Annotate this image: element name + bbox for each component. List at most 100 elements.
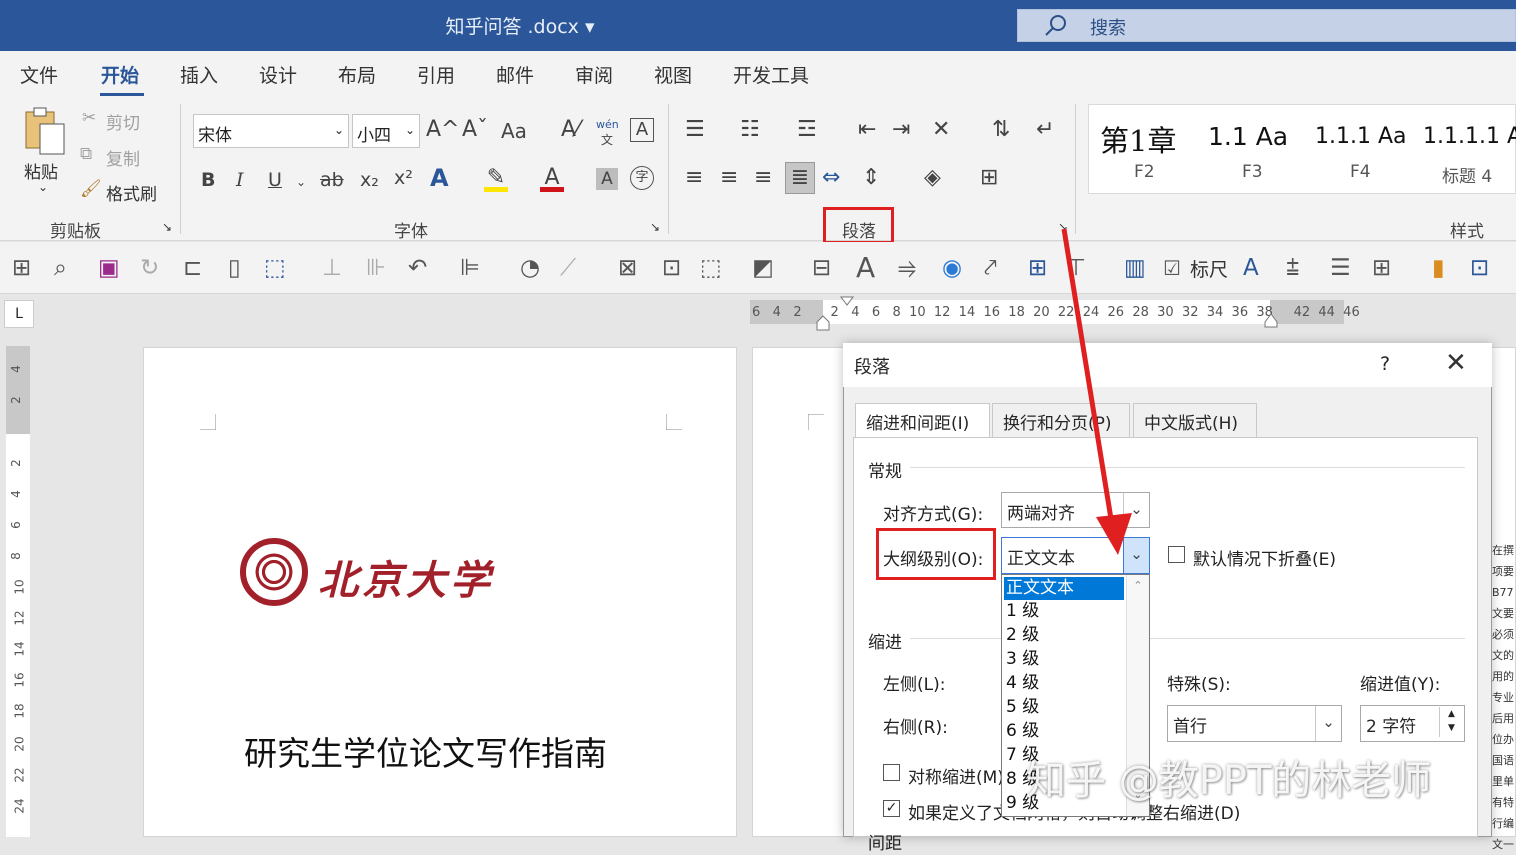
paste-chevron-icon[interactable]: ⌄ [38,180,48,194]
borders-icon[interactable]: ⊞ [980,166,998,190]
font-size-select[interactable]: 小四 ⌄ [352,114,420,148]
style-preview-heading4[interactable]: 1.1.1.1 A [1423,124,1516,149]
wordart-icon[interactable]: A [856,254,875,282]
underline-chevron-icon[interactable]: ⌄ [296,170,306,194]
clipboard-launcher-icon[interactable]: ↘ [162,220,172,234]
style-preview-f4[interactable]: 1.1.1 Aa [1315,124,1407,149]
edit-picture-icon[interactable]: ⊡ [662,255,681,281]
find-icon[interactable]: ⌕ [54,255,67,281]
chinese-layout-icon[interactable]: ✕ [932,118,950,142]
cut-button[interactable]: 剪切 [106,109,140,134]
close-button[interactable]: ✕ [1445,348,1467,378]
change-case-button[interactable]: Aa [501,119,527,143]
tab-mailings[interactable]: 邮件 [496,61,534,88]
help-button[interactable]: ? [1380,353,1390,375]
format-painter-button[interactable]: 格式刷 [106,180,157,205]
justify-icon[interactable]: ≣ [785,162,815,194]
redo-icon[interactable]: ↻ [140,255,159,281]
align-center-icon[interactable]: ≡ [720,166,738,190]
picture-icon[interactable]: ⊠ [618,255,637,281]
underline-button[interactable]: U [268,168,282,192]
font-name-select[interactable]: 宋体 ⌄ [193,114,349,148]
new-doc-icon[interactable]: ▯ [228,255,241,281]
outline-option-level2[interactable]: 2 级 [1004,624,1124,647]
collapse-checkbox[interactable] [1168,546,1185,563]
table-icon[interactable]: ⊞ [12,255,31,281]
subscript-button[interactable]: x₂ [360,168,379,192]
tab-home[interactable]: 开始 [101,61,139,88]
grid-checkbox[interactable]: ✓ [883,800,900,817]
form-icon[interactable]: ☰ [1330,255,1351,281]
style-preview-f3[interactable]: 1.1 Aa [1208,122,1288,151]
undo-icon[interactable]: ↶ [408,255,427,281]
line-spacing-icon[interactable]: ⇕ [862,166,880,190]
document-heading[interactable]: 研究生学位论文写作指南 [244,727,607,775]
special-select[interactable]: 首行 ⌄ [1167,705,1342,742]
outline-option-level3[interactable]: 3 级 [1004,648,1124,671]
character-border-icon[interactable]: A [630,118,654,142]
show-marks-icon[interactable]: ↵ [1036,118,1054,142]
circle-icon[interactable]: ◉ [942,255,962,281]
chart-icon[interactable]: ⊟ [812,255,831,281]
tab-insert[interactable]: 插入 [180,61,218,88]
tab-view[interactable]: 视图 [654,61,692,88]
strikethrough-button[interactable]: ab [320,168,344,192]
right-indent-icon[interactable] [1264,312,1278,328]
document-icon[interactable]: ▮ [1432,255,1445,281]
textbox-icon[interactable]: ⬚ [264,255,286,281]
font-launcher-icon[interactable]: ↘ [650,220,660,234]
outline-option-level5[interactable]: 5 级 [1004,696,1124,719]
outline-option-level1[interactable]: 1 级 [1004,600,1124,623]
connector-icon[interactable]: ⤤ [984,255,997,281]
tab-design[interactable]: 设计 [259,61,297,88]
tab-review[interactable]: 审阅 [575,61,613,88]
ruler-checkbox-icon[interactable]: ☑ [1163,255,1181,281]
outline-option-level4[interactable]: 4 级 [1004,672,1124,695]
outline-option-level6[interactable]: 6 级 [1004,720,1124,743]
paste-icon[interactable] [22,106,68,158]
align-icon[interactable]: ⊥ [322,255,342,281]
increase-indent-icon[interactable]: ⇥ [892,118,910,142]
first-line-indent-icon[interactable] [840,296,854,310]
align-objects-icon[interactable]: ⊫ [460,255,480,281]
shape-fill-icon[interactable]: ◩ [752,255,774,281]
highlight-icon[interactable]: ✎ [484,166,508,192]
dialog-titlebar[interactable] [843,343,1492,387]
decrease-indent-icon[interactable]: ⇤ [858,118,876,142]
document-title[interactable]: 知乎问答 .docx ▾ [400,12,640,39]
enclose-characters-icon[interactable]: 字 [630,166,654,190]
theme-icon[interactable]: ⩲ [1286,255,1299,281]
align-left-icon[interactable]: ≡ [685,166,703,190]
copy-button[interactable]: 复制 [106,145,140,170]
mirror-indents-checkbox[interactable] [883,764,900,781]
superscript-button[interactable]: x² [394,166,413,190]
save-icon[interactable]: ▣ [98,255,120,281]
tab-selector[interactable]: L [4,300,34,328]
screenshot-icon[interactable]: ⬚ [700,255,722,281]
align-right-icon[interactable]: ≡ [754,166,772,190]
selection-pane-icon[interactable]: ⊞ [1028,255,1047,281]
numbering-icon[interactable]: ☷ [740,118,760,142]
grow-font-button[interactable]: A^ [426,118,459,142]
text-effects-icon[interactable]: A [430,166,449,190]
shading-icon[interactable]: ◈ [924,166,941,190]
tab-developer[interactable]: 开发工具 [733,61,809,88]
sort-icon[interactable]: ⇅ [992,118,1010,142]
shrink-font-button[interactable]: Aˇ [462,118,488,142]
edit-shape-icon[interactable]: ⟋ [560,255,576,281]
bullets-icon[interactable]: ☰ [685,118,705,142]
indent-marker-icon[interactable] [816,296,830,336]
character-shading-icon[interactable]: A [596,168,618,190]
text-direction-icon[interactable]: A [1243,255,1259,281]
tab-layout[interactable]: 布局 [338,61,376,88]
font-color-icon[interactable]: A [540,166,564,192]
bold-button[interactable]: B [201,168,215,192]
shapes-icon[interactable]: ◔ [520,255,540,281]
distribute-icon[interactable]: ⊪ [366,255,386,281]
indent-by-spinner[interactable]: ▲ ▼ [1439,707,1463,737]
outline-option-body-text[interactable]: 正文文本 [1004,577,1124,600]
gridlines-icon[interactable]: ⊞ [1372,255,1391,281]
distributed-icon[interactable]: ⇔ [822,166,840,190]
tab-indents-spacing[interactable]: 缩进和间距(I) [855,403,990,437]
multilevel-list-icon[interactable]: ☲ [797,118,817,142]
